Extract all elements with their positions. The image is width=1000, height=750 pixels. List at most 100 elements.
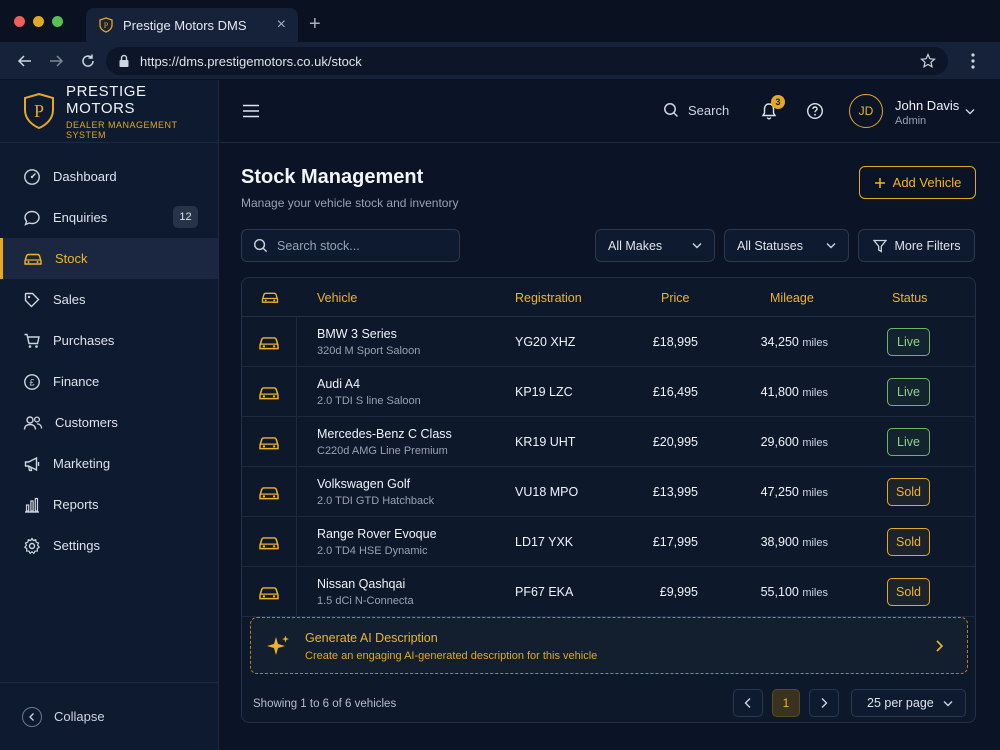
sidebar-item-finance[interactable]: £ Finance — [0, 361, 218, 402]
makes-filter-select[interactable]: All Makes — [595, 229, 715, 262]
forward-arrow-icon[interactable] — [48, 53, 64, 69]
vehicle-mileage: 55,100 miles — [737, 585, 828, 599]
sidebar-item-marketing[interactable]: Marketing — [0, 443, 218, 484]
column-divider — [296, 567, 297, 616]
table-row[interactable]: Mercedes-Benz C Class C220d AMG Line Prem… — [242, 417, 975, 467]
page-button-current[interactable]: 1 — [772, 689, 800, 717]
maximize-window-button[interactable] — [52, 16, 63, 27]
chevron-down-icon[interactable] — [965, 108, 975, 115]
bookmark-star-icon[interactable] — [920, 53, 936, 69]
browser-menu-icon[interactable] — [970, 52, 976, 70]
table-row[interactable]: BMW 3 Series 320d M Sport Saloon YG20 XHZ £… — [242, 317, 975, 367]
sidebar-item-customers[interactable]: Customers — [0, 402, 218, 443]
global-search-button[interactable]: Search — [663, 102, 729, 118]
enquiries-count-badge: 12 — [173, 206, 198, 228]
help-icon[interactable] — [806, 102, 824, 120]
vehicle-registration: KR19 UHT — [515, 435, 576, 449]
per-page-select[interactable]: 25 per page — [851, 689, 966, 717]
column-header-registration[interactable]: Registration — [515, 291, 582, 305]
sidebar-item-purchases[interactable]: Purchases — [0, 320, 218, 361]
tab-favicon-icon: P — [98, 17, 114, 33]
car-icon — [257, 484, 281, 502]
minimize-window-button[interactable] — [33, 16, 44, 27]
vehicle-name[interactable]: Volkswagen Golf — [317, 477, 410, 491]
column-header-price[interactable]: Price — [661, 291, 689, 305]
address-bar[interactable]: https://dms.prestigemotors.co.uk/stock — [106, 47, 948, 75]
status-badge[interactable]: Sold — [887, 578, 930, 606]
chevron-left-icon — [744, 697, 752, 709]
table-row[interactable]: Nissan Qashqai 1.5 dCi N-Connecta PF67 EKA… — [242, 567, 975, 617]
chat-bubble-icon — [23, 209, 41, 227]
makes-filter-value: All Makes — [608, 238, 663, 253]
table-row[interactable]: Range Rover Evoque 2.0 TD4 HSE Dynamic LD1… — [242, 517, 975, 567]
users-icon — [23, 414, 43, 432]
more-filters-button[interactable]: More Filters — [858, 229, 975, 262]
generate-ai-description-banner[interactable]: Generate AI Description Create an engagi… — [250, 617, 968, 674]
vehicle-name[interactable]: Audi A4 — [317, 377, 360, 391]
url-text: https://dms.prestigemotors.co.uk/stock — [140, 53, 362, 69]
statuses-filter-value: All Statuses — [737, 238, 804, 253]
tab-close-icon[interactable]: × — [277, 16, 286, 34]
column-header-mileage[interactable]: Mileage — [770, 291, 814, 305]
sidebar-item-stock[interactable]: Stock — [0, 238, 218, 279]
vehicle-price: £18,995 — [652, 335, 698, 349]
bar-chart-icon — [23, 496, 41, 514]
sidebar-item-label: Reports — [53, 497, 99, 512]
car-icon — [23, 251, 43, 267]
table-header: Vehicle Registration Price Mileage Statu… — [242, 278, 975, 317]
car-icon — [257, 534, 281, 552]
vehicle-name[interactable]: Mercedes-Benz C Class — [317, 427, 452, 441]
collapse-button[interactable]: Collapse — [0, 682, 219, 750]
close-window-button[interactable] — [14, 16, 25, 27]
status-badge[interactable]: Sold — [887, 528, 930, 556]
sidebar-item-enquiries[interactable]: Enquiries 12 — [0, 197, 218, 238]
page-title: Stock Management — [241, 166, 424, 188]
vehicle-price: £20,995 — [652, 435, 698, 449]
status-badge[interactable]: Live — [887, 378, 930, 406]
sidebar-item-settings[interactable]: Settings — [0, 525, 218, 566]
column-header-status[interactable]: Status — [892, 291, 927, 305]
gear-icon — [23, 536, 41, 555]
status-badge[interactable]: Live — [887, 428, 930, 456]
reload-icon[interactable] — [80, 53, 96, 69]
car-icon — [260, 290, 280, 305]
user-name[interactable]: John Davis — [895, 98, 959, 113]
sidebar-item-dashboard[interactable]: Dashboard — [0, 156, 218, 197]
chevron-right-icon — [935, 639, 944, 653]
mileage-unit: miles — [802, 587, 828, 599]
vehicle-name[interactable]: Range Rover Evoque — [317, 527, 437, 541]
vehicle-spec: 320d M Sport Saloon — [317, 345, 421, 357]
chevron-right-icon — [820, 697, 828, 709]
sidebar: P PRESTIGE MOTORS DEALER MANAGEMENT SYST… — [0, 80, 219, 750]
vehicle-name[interactable]: BMW 3 Series — [317, 327, 397, 341]
sidebar-item-sales[interactable]: Sales — [0, 279, 218, 320]
status-badge[interactable]: Sold — [887, 478, 930, 506]
statuses-filter-select[interactable]: All Statuses — [724, 229, 849, 262]
previous-page-button[interactable] — [733, 689, 763, 717]
table-row[interactable]: Volkswagen Golf 2.0 TDI GTD Hatchback VU18… — [242, 467, 975, 517]
hamburger-menu-icon[interactable] — [242, 104, 260, 118]
brand[interactable]: P PRESTIGE MOTORS DEALER MANAGEMENT SYST… — [0, 80, 218, 143]
vehicle-mileage: 47,250 miles — [737, 485, 828, 499]
logo-letter: P — [34, 101, 44, 121]
vehicle-price: £16,495 — [652, 385, 698, 399]
search-input[interactable] — [277, 238, 447, 253]
stock-search-field[interactable] — [241, 229, 460, 262]
gauge-icon — [23, 168, 41, 186]
stock-table: Vehicle Registration Price Mileage Statu… — [241, 277, 976, 723]
add-vehicle-button[interactable]: Add Vehicle — [859, 166, 976, 199]
back-arrow-icon[interactable] — [17, 53, 33, 69]
table-row[interactable]: Audi A4 2.0 TDI S line Saloon KP19 LZC £16,… — [242, 367, 975, 417]
sidebar-item-reports[interactable]: Reports — [0, 484, 218, 525]
avatar[interactable]: JD — [849, 94, 883, 128]
vehicle-registration: VU18 MPO — [515, 485, 579, 499]
new-tab-icon[interactable]: + — [309, 13, 321, 36]
status-badge[interactable]: Live — [887, 328, 930, 356]
next-page-button[interactable] — [809, 689, 839, 717]
column-header-vehicle[interactable]: Vehicle — [317, 291, 357, 305]
per-page-value: 25 per page — [867, 696, 934, 710]
browser-tab[interactable]: P Prestige Motors DMS × — [86, 8, 298, 42]
sidebar-item-label: Customers — [55, 415, 118, 430]
brand-name: PRESTIGE MOTORS — [66, 82, 147, 117]
vehicle-name[interactable]: Nissan Qashqai — [317, 577, 405, 591]
